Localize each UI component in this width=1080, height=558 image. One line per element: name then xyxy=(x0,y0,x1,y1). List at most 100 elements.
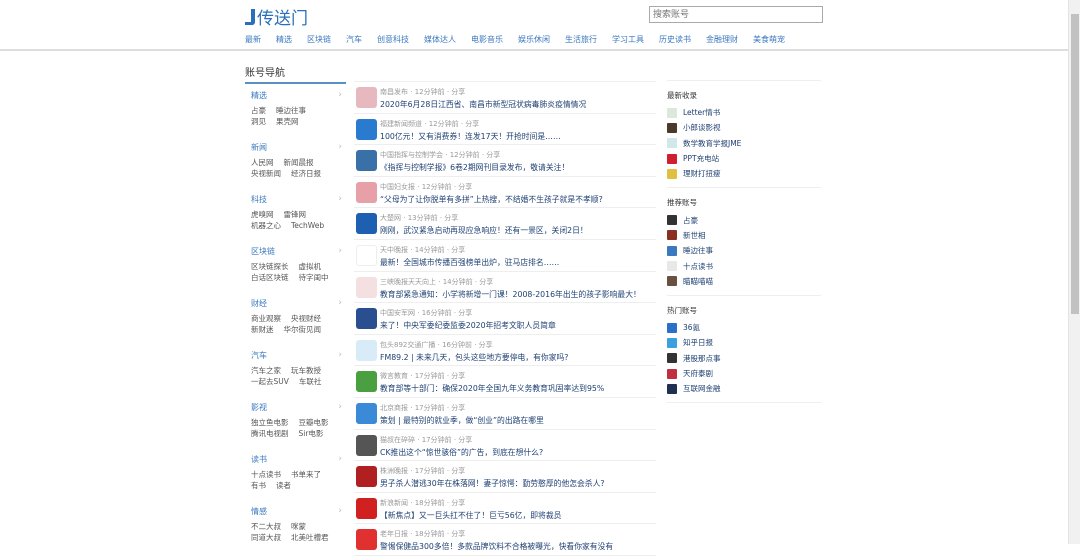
account-item[interactable]: 新世相 xyxy=(667,228,821,243)
account-item[interactable]: 睡边往事 xyxy=(667,243,821,258)
search-input[interactable] xyxy=(649,6,823,23)
article-title[interactable]: 教育部等十部门：确保2020年全国九年义务教育巩固率达到95% xyxy=(380,383,656,394)
source-link[interactable]: 微言教育 xyxy=(380,372,408,380)
nav-item[interactable]: 电影音乐 xyxy=(471,34,503,45)
article-title[interactable]: CK推出这个“惊世骇俗”的广告，到底在想什么? xyxy=(380,447,656,458)
category-title[interactable]: 区块链 xyxy=(251,246,346,257)
account-link[interactable]: 白话区块链 xyxy=(251,273,289,282)
account-name[interactable]: 十点读书 xyxy=(683,261,713,272)
account-link[interactable]: Sir电影 xyxy=(299,429,324,438)
category-title[interactable]: 新闻 xyxy=(251,142,346,153)
share-link[interactable]: 分享 xyxy=(479,341,493,349)
account-link[interactable]: 玩车教授 xyxy=(291,366,321,375)
account-avatar[interactable] xyxy=(356,497,377,519)
share-link[interactable]: 分享 xyxy=(451,404,465,412)
category-title[interactable]: 情感 xyxy=(251,506,346,517)
account-link[interactable]: 经济日报 xyxy=(291,169,321,178)
scrollbar-thumb[interactable] xyxy=(1071,14,1079,314)
source-link[interactable]: 株洲晚报 xyxy=(380,467,408,475)
account-name[interactable]: 港股那点事 xyxy=(683,353,721,364)
account-name[interactable]: 互联网金融 xyxy=(683,383,721,394)
scrollbar[interactable] xyxy=(1068,0,1080,544)
account-avatar[interactable] xyxy=(356,371,377,393)
account-avatar[interactable] xyxy=(356,339,377,361)
nav-item[interactable]: 媒体达人 xyxy=(424,34,456,45)
source-link[interactable]: 新浪新闻 xyxy=(380,499,408,507)
article-title[interactable]: 来了！中央军委纪委监委2020年招考文职人员简章 xyxy=(380,320,656,331)
nav-item[interactable]: 最新 xyxy=(245,34,261,45)
nav-item[interactable]: 学习工具 xyxy=(612,34,644,45)
account-avatar[interactable] xyxy=(356,466,377,488)
account-link[interactable]: 豆瓣电影 xyxy=(299,418,329,427)
account-item[interactable]: PPT充电站 xyxy=(667,151,821,166)
account-link[interactable]: 书单来了 xyxy=(291,470,321,479)
nav-item[interactable]: 汽车 xyxy=(346,34,362,45)
article-title[interactable]: 策划 | 最特别的就业季，做“创业”的出路在哪里 xyxy=(380,415,656,426)
account-avatar[interactable] xyxy=(356,244,377,266)
account-link[interactable]: 不二大叔 xyxy=(251,522,281,531)
article-title[interactable]: “父母为了让你脱单有多拼”上热搜，不结婚不生孩子就是不孝顺? xyxy=(380,194,656,205)
account-link[interactable]: 十点读书 xyxy=(251,470,281,479)
article-title[interactable]: 最新！全国城市传播百强榜单出炉，驻马店排名…… xyxy=(380,257,656,268)
account-item[interactable]: 占豪 xyxy=(667,212,821,227)
account-link[interactable]: 新财迷 xyxy=(251,325,274,334)
account-link[interactable]: 独立鱼电影 xyxy=(251,418,289,427)
category-title[interactable]: 汽车 xyxy=(251,350,346,361)
share-link[interactable]: 分享 xyxy=(458,309,472,317)
account-link[interactable]: 咪蒙 xyxy=(291,522,306,531)
account-name[interactable]: 占豪 xyxy=(683,215,698,226)
article-title[interactable]: 教育部紧急通知：小学将新增一门课！2008-2016年出生的孩子影响最大！ xyxy=(380,289,656,300)
account-avatar[interactable] xyxy=(356,150,377,172)
chevron-right-icon[interactable]: › xyxy=(338,90,342,100)
account-avatar[interactable] xyxy=(356,308,377,330)
share-link[interactable]: 分享 xyxy=(458,436,472,444)
account-link[interactable]: 汽车之家 xyxy=(251,366,281,375)
account-item[interactable]: 小郎谈影视 xyxy=(667,120,821,135)
source-link[interactable]: 大楚网 xyxy=(380,214,401,222)
category-title[interactable]: 财经 xyxy=(251,298,346,309)
account-name[interactable]: Letter情书 xyxy=(683,107,720,118)
account-link[interactable]: 车联社 xyxy=(299,377,322,386)
share-link[interactable]: 分享 xyxy=(451,88,465,96)
account-name[interactable]: 36氪 xyxy=(683,322,700,333)
account-avatar[interactable] xyxy=(356,87,377,108)
source-link[interactable]: 南昌发布 xyxy=(380,88,408,96)
share-link[interactable]: 分享 xyxy=(465,120,479,128)
nav-item[interactable]: 创意科技 xyxy=(377,34,409,45)
account-name[interactable]: 知乎日报 xyxy=(683,337,713,348)
chevron-right-icon[interactable]: › xyxy=(338,194,342,204)
account-item[interactable]: 天府泰剧 xyxy=(667,366,821,381)
share-link[interactable]: 分享 xyxy=(451,467,465,475)
account-link[interactable]: 区块链探长 xyxy=(251,262,289,271)
account-link[interactable]: 虚拟机 xyxy=(299,262,322,271)
chevron-right-icon[interactable]: › xyxy=(338,142,342,152)
share-link[interactable]: 分享 xyxy=(444,214,458,222)
account-item[interactable]: 港股那点事 xyxy=(667,351,821,366)
account-avatar[interactable] xyxy=(356,402,377,424)
account-avatar[interactable] xyxy=(356,434,377,456)
account-item[interactable]: 36氪 xyxy=(667,320,821,335)
source-link[interactable]: 三峡晚报天天向上 xyxy=(380,278,436,286)
chevron-right-icon[interactable]: › xyxy=(338,454,342,464)
account-link[interactable]: 洞见 xyxy=(251,117,266,126)
account-link[interactable]: 腾讯电视剧 xyxy=(251,429,289,438)
article-title[interactable]: 警惕保健品300多倍！多款品牌饮料不合格被曝光，快看你家有没有 xyxy=(380,541,656,552)
share-link[interactable]: 分享 xyxy=(451,499,465,507)
share-link[interactable]: 分享 xyxy=(486,151,500,159)
source-link[interactable]: 北京商报 xyxy=(380,404,408,412)
article-title[interactable]: 男子杀人潜逃30年在株落网！妻子惊愕：勤劳憨厚的他怎会杀人? xyxy=(380,478,656,489)
article-title[interactable]: 《指挥与控制学报》6卷2期网刊目录发布，敬请关注！ xyxy=(380,162,656,173)
article-title[interactable]: 【新焦点】又一巨头扛不住了！巨亏56亿，即将裁员 xyxy=(380,510,656,521)
account-item[interactable]: 知乎日报 xyxy=(667,335,821,350)
account-link[interactable]: TechWeb xyxy=(291,221,324,230)
account-link[interactable]: 有书 xyxy=(251,481,266,490)
account-item[interactable]: 互联网金融 xyxy=(667,381,821,396)
chevron-right-icon[interactable]: › xyxy=(338,246,342,256)
account-link[interactable]: 果壳网 xyxy=(276,117,299,126)
account-link[interactable]: 机器之心 xyxy=(251,221,281,230)
account-item[interactable]: 理财打扭瘦 xyxy=(667,166,821,181)
nav-item[interactable]: 美食萌宠 xyxy=(753,34,785,45)
share-link[interactable]: 分享 xyxy=(451,530,465,538)
nav-item[interactable]: 精选 xyxy=(276,34,292,45)
nav-item[interactable]: 金融理财 xyxy=(706,34,738,45)
